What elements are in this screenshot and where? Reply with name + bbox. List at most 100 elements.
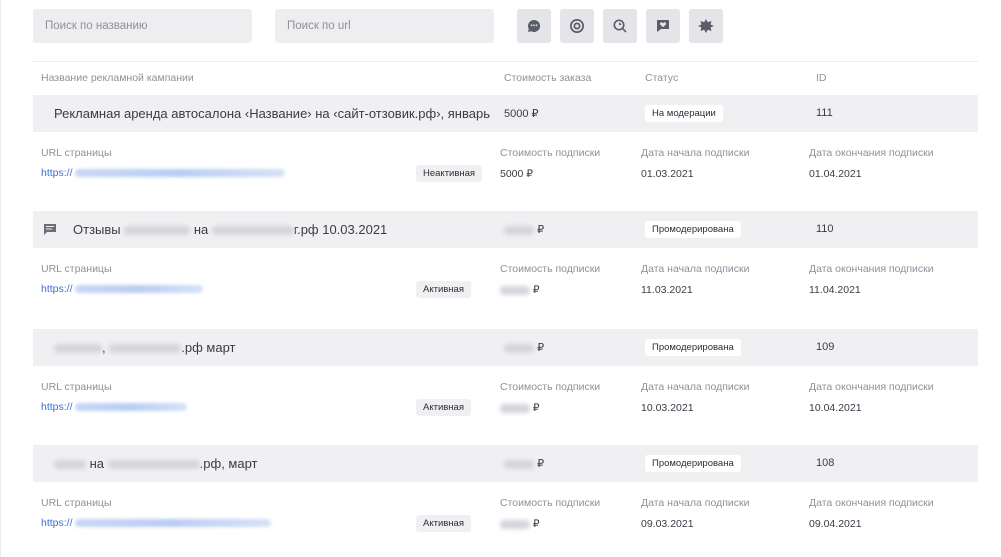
- column-header-cost: Стоимость заказа: [504, 72, 592, 84]
- redacted-text: [500, 285, 530, 295]
- start-date-label: Дата начала подписки: [641, 147, 750, 159]
- redacted-text: [500, 403, 530, 413]
- zoom-filter-button[interactable]: [603, 9, 637, 43]
- campaign-row[interactable]: Отзывы на г.рф 10.03.2021 ₽ Промодериров…: [33, 211, 978, 329]
- search-by-url-input[interactable]: [275, 9, 494, 43]
- redacted-text: [124, 226, 191, 236]
- start-date-label: Дата начала подписки: [641, 381, 750, 393]
- page-url-link[interactable]: https://: [41, 401, 187, 413]
- url-label: URL страницы: [41, 147, 112, 159]
- redacted-url: [74, 169, 285, 178]
- redacted-text: [504, 459, 534, 469]
- title-part: ,: [102, 340, 106, 355]
- campaign-id: 108: [816, 457, 835, 469]
- title-part: г.рф 10.03.2021: [293, 222, 388, 237]
- activity-badge: Активная: [416, 515, 471, 532]
- search-by-name-input[interactable]: [33, 9, 252, 43]
- campaign-row[interactable]: Рекламная аренда автосалона ‹Название› н…: [33, 95, 978, 213]
- end-date-label: Дата окончания подписки: [809, 381, 934, 393]
- campaign-summary: на .рф, март ₽ Промодерирована 108: [33, 445, 978, 482]
- sub-cost-label: Стоимость подписки: [500, 381, 601, 393]
- chat-icon: [43, 223, 57, 236]
- sub-cost-label: Стоимость подписки: [500, 497, 601, 509]
- activity-badge: Неактивная: [416, 165, 483, 182]
- favorites-filter-button[interactable]: [689, 9, 723, 43]
- campaign-title: на .рф, март: [54, 456, 258, 471]
- url-label: URL страницы: [41, 381, 112, 393]
- end-date-value: 10.04.2021: [809, 402, 862, 414]
- status-badge: Промодерирована: [645, 455, 741, 472]
- title-part: .рф, март: [199, 456, 258, 471]
- campaign-row[interactable]: , .рф март ₽ Промодерирована 109 URL стр…: [33, 329, 978, 447]
- sub-cost-value: ₽: [500, 402, 540, 414]
- start-date-label: Дата начала подписки: [641, 497, 750, 509]
- redacted-url: [74, 403, 187, 412]
- campaign-id: 109: [816, 341, 835, 353]
- end-date-value: 01.04.2021: [809, 168, 862, 180]
- campaign-row[interactable]: на .рф, март ₽ Промодерирована 108 URL с…: [33, 445, 978, 557]
- campaign-summary: , .рф март ₽ Промодерирована 109: [33, 329, 978, 366]
- currency: ₽: [532, 284, 540, 296]
- url-label: URL страницы: [41, 263, 112, 275]
- redacted-text: [504, 225, 534, 235]
- start-date-label: Дата начала подписки: [641, 263, 750, 275]
- title-part: Отзывы: [73, 222, 121, 237]
- end-date-value: 09.04.2021: [809, 518, 862, 530]
- title-part: .рф март: [181, 340, 236, 355]
- target-filter-button[interactable]: [560, 9, 594, 43]
- url-label: URL страницы: [41, 497, 112, 509]
- start-date-value: 09.03.2021: [641, 518, 694, 530]
- url-prefix: https://: [41, 167, 73, 179]
- redacted-url: [74, 519, 271, 528]
- campaign-id: 110: [816, 223, 834, 235]
- sub-cost-label: Стоимость подписки: [500, 147, 601, 159]
- reviews-filter-button[interactable]: [646, 9, 680, 43]
- redacted-text: [109, 344, 182, 354]
- campaign-cost: 5000 ₽: [504, 108, 539, 120]
- page-url-link[interactable]: https://: [41, 517, 271, 529]
- chat-filter-button[interactable]: [517, 9, 551, 43]
- sub-cost-value: ₽: [500, 518, 540, 530]
- url-prefix: https://: [41, 517, 73, 529]
- url-prefix: https://: [41, 401, 73, 413]
- end-date-value: 11.04.2021: [809, 284, 861, 296]
- redacted-text: [54, 344, 102, 354]
- column-header-id: ID: [816, 72, 827, 84]
- campaign-title: Отзывы на г.рф 10.03.2021: [73, 222, 387, 237]
- redacted-text: [504, 343, 534, 353]
- redacted-url: [74, 285, 203, 294]
- redacted-text: [211, 226, 294, 236]
- column-header-status: Статус: [645, 72, 679, 84]
- currency: ₽: [532, 402, 540, 414]
- redacted-text: [500, 519, 530, 529]
- campaign-cost: ₽: [504, 457, 544, 470]
- url-prefix: https://: [41, 283, 73, 295]
- campaign-title: , .рф март: [54, 340, 235, 355]
- end-date-label: Дата окончания подписки: [809, 147, 934, 159]
- end-date-label: Дата окончания подписки: [809, 263, 934, 275]
- redacted-text: [54, 460, 86, 470]
- heart-message-icon: [655, 18, 671, 34]
- star-burst-icon: [698, 18, 714, 34]
- zoom-search-icon: [612, 18, 628, 34]
- status-badge: Промодерирована: [645, 221, 741, 238]
- activity-badge: Активная: [416, 281, 471, 298]
- column-header-name: Название рекламной кампании: [41, 72, 194, 84]
- currency: ₽: [532, 518, 540, 530]
- target-icon: [569, 18, 585, 34]
- campaigns-page: Название рекламной кампании Стоимость за…: [0, 0, 1001, 557]
- campaign-summary: Рекламная аренда автосалона ‹Название› н…: [33, 95, 978, 132]
- start-date-value: 11.03.2021: [641, 284, 693, 296]
- start-date-value: 10.03.2021: [641, 402, 694, 414]
- redacted-text: [107, 460, 200, 470]
- campaign-title: Рекламная аренда автосалона ‹Название› н…: [54, 106, 490, 121]
- campaign-summary: Отзывы на г.рф 10.03.2021 ₽ Промодериров…: [33, 211, 978, 248]
- currency: ₽: [537, 224, 545, 236]
- activity-badge: Активная: [416, 399, 471, 416]
- status-badge: На модерации: [645, 105, 723, 122]
- currency: ₽: [537, 342, 545, 354]
- currency: ₽: [537, 458, 545, 470]
- page-url-link[interactable]: https://: [41, 167, 285, 179]
- page-url-link[interactable]: https://: [41, 283, 203, 295]
- status-badge: Промодерирована: [645, 339, 741, 356]
